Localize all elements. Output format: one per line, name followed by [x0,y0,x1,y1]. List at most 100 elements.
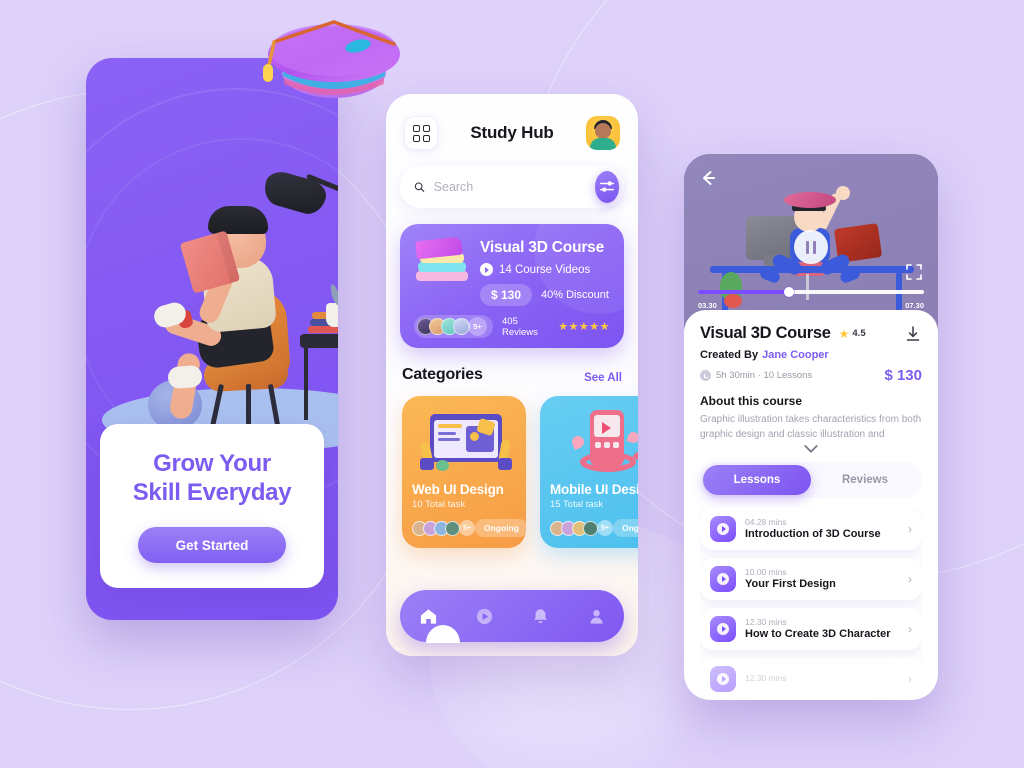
rating-value: 4.5 [852,328,866,339]
featured-price: $ 130 [480,284,533,306]
lesson-duration: 12.30 mins [745,617,787,628]
video-progress-knob[interactable] [783,287,794,297]
category-name: Web UI Design [412,482,504,497]
video-elapsed-time: 03.30 [698,301,717,310]
search-icon [414,182,425,192]
category-card-web-ui[interactable]: Web UI Design 10 Total task 5+ Ongoing [402,396,526,548]
home-icon [420,608,436,624]
onboarding-screen: Grow Your Skill Everyday Get Started [86,58,338,620]
categories-list: Web UI Design 10 Total task 5+ Ongoing M… [402,396,638,548]
back-arrow-icon[interactable] [698,168,718,188]
category-task-count: 10 Total task [412,499,466,510]
chevron-right-icon[interactable]: › [908,572,912,586]
nav-videos-button[interactable] [469,601,499,631]
status-badge: Ongoing [475,519,526,537]
chevron-down-icon[interactable] [803,444,819,454]
video-progress-bar[interactable] [698,287,924,297]
web-design-illustration [412,406,516,478]
category-task-count: 15 Total task [550,499,604,510]
play-icon [476,608,492,624]
enrolled-avatars: 5+ [414,315,493,338]
pause-icon[interactable] [794,230,828,264]
plant-pot [326,303,338,327]
headline-line-2: Skill Everyday [132,479,292,506]
play-icon [710,615,736,642]
video-player[interactable]: 03.30 07.30 [684,154,938,316]
lesson-item[interactable]: 04.28 mins Introduction of 3D Course › [700,507,922,550]
star-icon: ★ [838,326,850,341]
search-bar[interactable] [400,166,624,208]
character-hat [784,192,836,208]
play-icon [710,665,736,692]
play-icon [710,515,736,542]
tab-reviews[interactable]: Reviews [811,465,919,495]
page-title: Grow Your Skill Everyday [133,449,292,508]
category-name: Mobile UI Design [550,482,638,497]
download-icon[interactable] [904,325,922,343]
lesson-duration: 04.28 mins [745,517,787,528]
categories-title: Categories [402,366,483,383]
about-section-title: About this course [700,394,803,408]
avatar-torso [589,138,616,150]
lesson-title: How to Create 3D Character [745,628,891,641]
avatar[interactable] [585,116,620,150]
category-members: 5+ [412,520,475,536]
clock-icon [700,370,711,381]
onboarding-cta-card: Grow Your Skill Everyday Get Started [100,424,324,588]
chair-pole [806,274,809,300]
sliders-icon [599,181,614,192]
lesson-item[interactable]: 12.30 mins How to Create 3D Character › [700,607,922,650]
chair-leg [246,384,251,428]
chevron-right-icon[interactable]: › [908,672,912,686]
category-members: 5+ [550,520,613,536]
chevron-right-icon[interactable]: › [908,522,912,536]
about-section-text: Graphic illustration takes characteristi… [700,414,922,440]
bottom-navigation [400,590,624,643]
fullscreen-icon[interactable] [906,264,922,280]
course-price: $ 130 [884,367,922,384]
video-total-time: 07.30 [905,301,924,310]
page-title: Study Hub [470,123,554,142]
featured-course-card[interactable]: Visual 3D Course 14 Course Videos $ 130 … [400,224,624,348]
course-duration: 5h 30min · 10 Lessons [716,370,813,381]
person-shoe [167,364,203,390]
home-header: Study Hub [386,94,638,150]
featured-reviews-count: 405 Reviews [502,315,538,338]
mobile-design-illustration [550,406,638,478]
nav-profile-button[interactable] [581,601,611,631]
home-screen: Study Hub Search Visual 3D Course 14 Cou… [386,94,638,656]
graduation-cap-icon [263,20,400,98]
filter-button[interactable] [594,171,619,203]
course-title: Visual 3D Course [700,324,831,342]
lesson-item[interactable]: 12.30 mins › [700,657,922,700]
book-stack [308,326,338,333]
grid-menu-button[interactable] [404,116,438,150]
course-detail-sheet: Visual 3D Course ★ 4.5 Created By Jane Co… [684,310,938,700]
see-all-link[interactable]: See All [584,372,622,384]
lesson-title: Introduction of 3D Course [745,528,881,541]
lessons-list: 04.28 mins Introduction of 3D Course › 1… [700,507,922,700]
course-detail-screen: 03.30 07.30 Visual 3D Course ★ 4.5 Creat… [684,154,938,700]
tab-lessons[interactable]: Lessons [703,464,811,495]
grid-icon [412,124,430,142]
detail-tabs: Lessons Reviews [700,461,922,498]
play-icon [480,263,493,276]
rating-stars: ★★★★★ [558,321,610,333]
creator-name[interactable]: Jane Cooper [762,349,829,361]
headline-line-1: Grow Your [153,449,271,477]
search-input[interactable] [433,180,595,194]
lesson-duration: 10.00 mins [745,567,787,578]
category-card-mobile-ui[interactable]: Mobile UI Design 15 Total task 5+ Ongoin… [540,396,638,548]
nav-notifications-button[interactable] [525,601,555,631]
table-leg [304,346,308,420]
play-icon [710,565,736,592]
avatars-overflow-count: 5+ [468,317,487,336]
get-started-button[interactable]: Get Started [138,527,286,564]
chevron-right-icon[interactable]: › [908,622,912,636]
lesson-item[interactable]: 10.00 mins Your First Design › [700,557,922,600]
lesson-title: Your First Design [745,578,836,591]
status-badge: Ongoing [613,519,638,537]
plant-pot [724,294,742,308]
course-duration-row: 5h 30min · 10 Lessons [700,370,812,381]
rating-badge: ★ 4.5 [839,327,866,341]
